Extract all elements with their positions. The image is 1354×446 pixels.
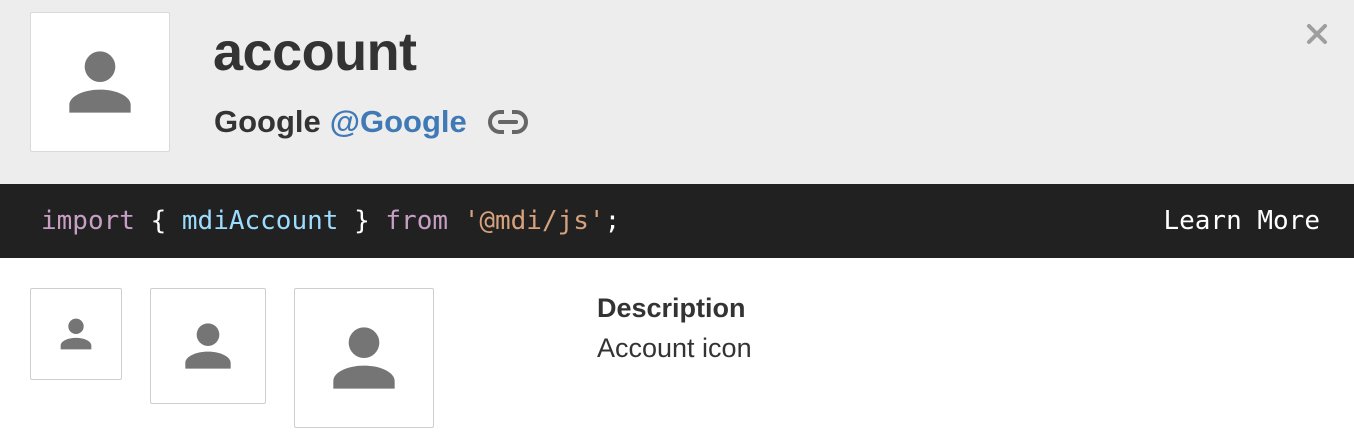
semicolon: ; bbox=[604, 206, 621, 236]
author-row: Google @Google bbox=[214, 100, 529, 144]
module-string: '@mdi/js' bbox=[463, 206, 605, 236]
account-icon bbox=[333, 327, 395, 389]
close-icon bbox=[1307, 24, 1327, 44]
account-icon bbox=[185, 323, 231, 369]
icon-header: account Google @Google bbox=[0, 0, 1354, 184]
size-preview-medium bbox=[150, 288, 266, 404]
close-brace: } bbox=[338, 206, 386, 236]
size-preview-small bbox=[30, 288, 122, 380]
import-keyword: import bbox=[41, 206, 135, 236]
description-heading: Description bbox=[597, 293, 746, 323]
open-brace: { bbox=[134, 206, 182, 236]
import-identifier: mdiAccount bbox=[181, 206, 339, 236]
account-icon bbox=[69, 51, 131, 113]
import-code-bar: import { mdiAccount } from '@mdi/js'; Le… bbox=[0, 184, 1354, 258]
size-preview-large bbox=[294, 288, 434, 428]
author-name: Google bbox=[214, 104, 321, 139]
learn-more-link[interactable]: Learn More bbox=[1163, 184, 1320, 258]
author-handle-link[interactable]: @Google bbox=[330, 100, 467, 144]
icon-title: account bbox=[213, 22, 417, 82]
from-keyword: from bbox=[385, 206, 449, 236]
account-icon bbox=[60, 318, 92, 350]
link-icon[interactable] bbox=[487, 107, 529, 137]
icon-preview bbox=[30, 12, 170, 152]
import-statement[interactable]: import { mdiAccount } from '@mdi/js'; bbox=[41, 184, 620, 258]
description-text: Account icon bbox=[597, 333, 752, 363]
close-button[interactable] bbox=[1300, 17, 1334, 51]
